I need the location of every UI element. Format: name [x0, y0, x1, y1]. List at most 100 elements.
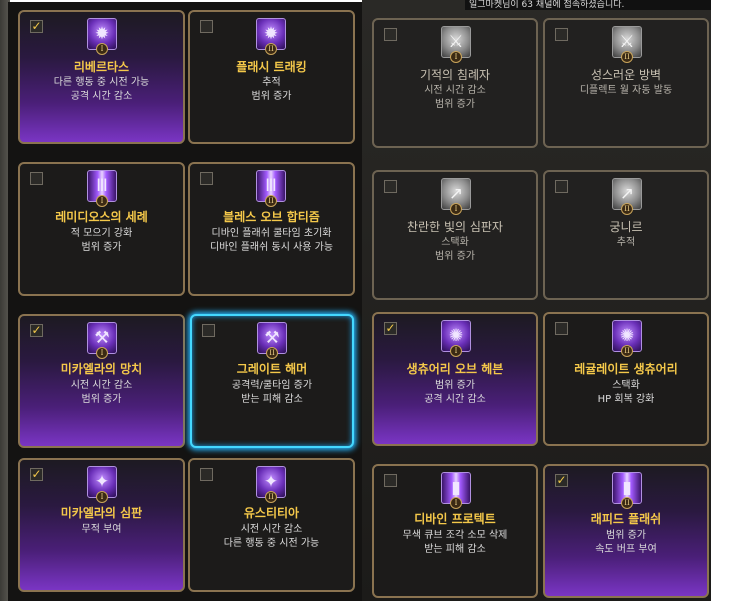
talisman-card-radiant-judge[interactable]: ↗ I 찬란한 빛의 심판자 스택화 범위 증가	[372, 170, 538, 300]
sword-icon: ⚔ II	[612, 26, 642, 63]
talisman-title: 래피드 플래쉬	[590, 512, 662, 526]
talisman-title: 유스티티아	[243, 506, 300, 520]
sword-icon: ⚔ I	[441, 26, 471, 63]
talisman-checkbox[interactable]	[555, 180, 568, 193]
talisman-card-divine-protect[interactable]: ▮ I 디바인 프로텍트 무색 큐브 조각 소모 삭제 받는 피해 감소	[372, 464, 538, 598]
talisman-title: 리베르타스	[73, 60, 130, 74]
talisman-checkbox[interactable]	[202, 324, 215, 337]
tier-badge: I	[450, 345, 462, 357]
talisman-desc-line-2: 속도 버프 부여	[595, 544, 657, 555]
talisman-card-michaela-hammer[interactable]: ✓ ⚒ I 미카엘라의 망치 시전 시간 감소 범위 증가	[18, 314, 185, 448]
talisman-desc-line-2: 받는 피해 감소	[241, 394, 303, 405]
talisman-desc-line-2: 범위 증가	[435, 251, 475, 262]
sunburst-icon: ✹ I	[87, 18, 117, 55]
talisman-title: 미카엘라의 심판	[60, 506, 143, 520]
talisman-title: 레귤레이트 생츄어리	[574, 362, 678, 376]
tier-badge: I	[450, 51, 462, 63]
talisman-checkbox[interactable]	[384, 180, 397, 193]
talisman-title: 생츄어리 오브 헤븐	[406, 362, 504, 376]
tier-badge: II	[621, 345, 633, 357]
talisman-card-gungnir[interactable]: ↗ II 궁니르 추적	[543, 170, 709, 300]
tier-badge: I	[96, 491, 108, 503]
talisman-checkbox[interactable]: ✓	[555, 474, 568, 487]
talisman-checkbox[interactable]	[200, 20, 213, 33]
talisman-checkbox[interactable]	[200, 468, 213, 481]
light-pillar-icon: ⅢI	[87, 170, 117, 207]
tier-badge: I	[450, 497, 462, 509]
talisman-desc-line-1: 디바인 플래쉬 쿨타임 초기화	[211, 228, 332, 239]
talisman-card-bless-of-baptism[interactable]: Ⅲ II 블레스 오브 합티즘 디바인 플래쉬 쿨타임 초기화 디바인 플래쉬 동…	[188, 162, 355, 296]
page-margin	[711, 0, 730, 601]
tier-badge: I	[96, 347, 108, 359]
talisman-checkbox[interactable]	[200, 172, 213, 185]
talisman-desc-line-1: 무색 큐브 조각 소모 삭제	[402, 530, 508, 541]
talisman-card-holy-barrier[interactable]: ⚔ II 성스러운 방벽 디플렉트 월 자동 발동	[543, 18, 709, 148]
talisman-checkbox[interactable]: ✓	[30, 20, 43, 33]
talisman-card-remedios[interactable]: ⅢI 레미디오스의 세례 적 모으기 강화 범위 증가	[18, 162, 185, 296]
talisman-desc-line-2: 범위 증가	[81, 242, 122, 253]
wings-icon: ✦ II	[256, 466, 286, 503]
talisman-title: 찬란한 빛의 심판자	[407, 220, 503, 234]
talisman-title: 미카엘라의 망치	[60, 362, 143, 376]
talisman-desc-line-1: 공격력/쿨타임 증가	[231, 380, 313, 391]
tier-badge: II	[265, 491, 277, 503]
talisman-card-great-hammer[interactable]: ⚒ II 그레이트 해머 공격력/쿨타임 증가 받는 피해 감소	[190, 314, 354, 448]
tier-badge: I	[96, 43, 108, 55]
sanctuary-icon: ✺ II	[612, 320, 642, 357]
sanctuary-icon: ✺ I	[441, 320, 471, 357]
talisman-checkbox[interactable]	[555, 28, 568, 41]
chat-notice: 일그마켓님이 63 채널에 접속하셨습니다.	[465, 0, 711, 10]
shield-light-icon: ▮ I	[441, 472, 471, 509]
talisman-desc-line-1: 범위 증가	[435, 380, 475, 391]
tier-badge: I	[96, 195, 108, 207]
talisman-title: 기적의 침례자	[419, 68, 491, 82]
tier-badge: II	[265, 43, 277, 55]
talisman-desc-line-2: 범위 증가	[81, 394, 122, 405]
talisman-desc-line-2: 디바인 플래쉬 동시 사용 가능	[209, 242, 334, 253]
talisman-card-libertas[interactable]: ✓ ✹ I 리베르타스 다른 행동 중 시전 가능 공격 시간 감소	[18, 10, 185, 144]
talisman-checkbox[interactable]	[30, 172, 43, 185]
talisman-desc-line-1: 스택화	[441, 237, 469, 248]
talisman-card-flash-tracking[interactable]: ✹ II 플래시 트래킹 추적 범위 증가	[188, 10, 355, 144]
talisman-desc-line-2: 공격 시간 감소	[70, 91, 133, 102]
talisman-desc-line-1: 다른 행동 중 시전 가능	[53, 77, 150, 88]
talisman-desc-line-2: 범위 증가	[251, 91, 292, 102]
wings-icon: ✦ I	[87, 466, 117, 503]
spear-icon: ↗ II	[612, 178, 642, 215]
talisman-checkbox[interactable]	[555, 322, 568, 335]
talisman-desc-line-1: 추적	[616, 237, 636, 248]
talisman-desc-line-1: 적 모으기 강화	[70, 228, 133, 239]
talisman-desc-line-1: 무적 부여	[81, 524, 122, 535]
talisman-checkbox[interactable]: ✓	[30, 324, 43, 337]
talisman-title: 궁니르	[609, 220, 643, 234]
light-pillar-icon: Ⅲ II	[256, 170, 286, 207]
talisman-desc-line-1: 시전 시간 감소	[424, 85, 486, 96]
talisman-title: 그레이트 해머	[236, 362, 308, 376]
talisman-title: 레미디오스의 세례	[55, 210, 148, 224]
talisman-desc-line-1: 추적	[262, 77, 281, 88]
sunburst-icon: ✹ II	[256, 18, 286, 55]
talisman-desc-line-2: 받는 피해 감소	[424, 544, 486, 555]
talisman-card-miracle-baptist[interactable]: ⚔ I 기적의 침례자 시전 시간 감소 범위 증가	[372, 18, 538, 148]
tier-badge: II	[266, 347, 278, 359]
talisman-desc-line-1: 시전 시간 감소	[70, 380, 133, 391]
talisman-card-michaela-judgment[interactable]: ✓ ✦ I 미카엘라의 심판 무적 부여	[18, 458, 185, 592]
talisman-card-rapid-flash[interactable]: ✓ ▮ II 래피드 플래쉬 범위 증가 속도 버프 부여	[543, 464, 709, 598]
talisman-card-regulate-sanctuary[interactable]: ✺ II 레귤레이트 생츄어리 스택화 HP 회복 강화	[543, 312, 709, 446]
talisman-card-justitia[interactable]: ✦ II 유스티티아 시전 시간 감소 다른 행동 중 시전 가능	[188, 458, 355, 592]
tier-badge: II	[621, 51, 633, 63]
tier-badge: I	[450, 203, 462, 215]
talisman-desc-line-2: 다른 행동 중 시전 가능	[223, 538, 320, 549]
talisman-card-sanctuary-of-heaven[interactable]: ✓ ✺ I 생츄어리 오브 헤븐 범위 증가 공격 시간 감소	[372, 312, 538, 446]
talisman-title: 성스러운 방벽	[590, 68, 662, 82]
talisman-title: 디바인 프로텍트	[414, 512, 496, 526]
talisman-checkbox[interactable]: ✓	[30, 468, 43, 481]
talisman-checkbox[interactable]	[384, 474, 397, 487]
talisman-desc-line-1: 디플렉트 월 자동 발동	[579, 85, 673, 96]
spear-icon: ↗ I	[441, 178, 471, 215]
talisman-checkbox[interactable]: ✓	[384, 322, 397, 335]
talisman-title: 블레스 오브 합티즘	[223, 210, 320, 224]
talisman-checkbox[interactable]	[384, 28, 397, 41]
shield-light-icon: ▮ II	[612, 472, 642, 509]
talisman-title: 플래시 트래킹	[236, 60, 307, 74]
